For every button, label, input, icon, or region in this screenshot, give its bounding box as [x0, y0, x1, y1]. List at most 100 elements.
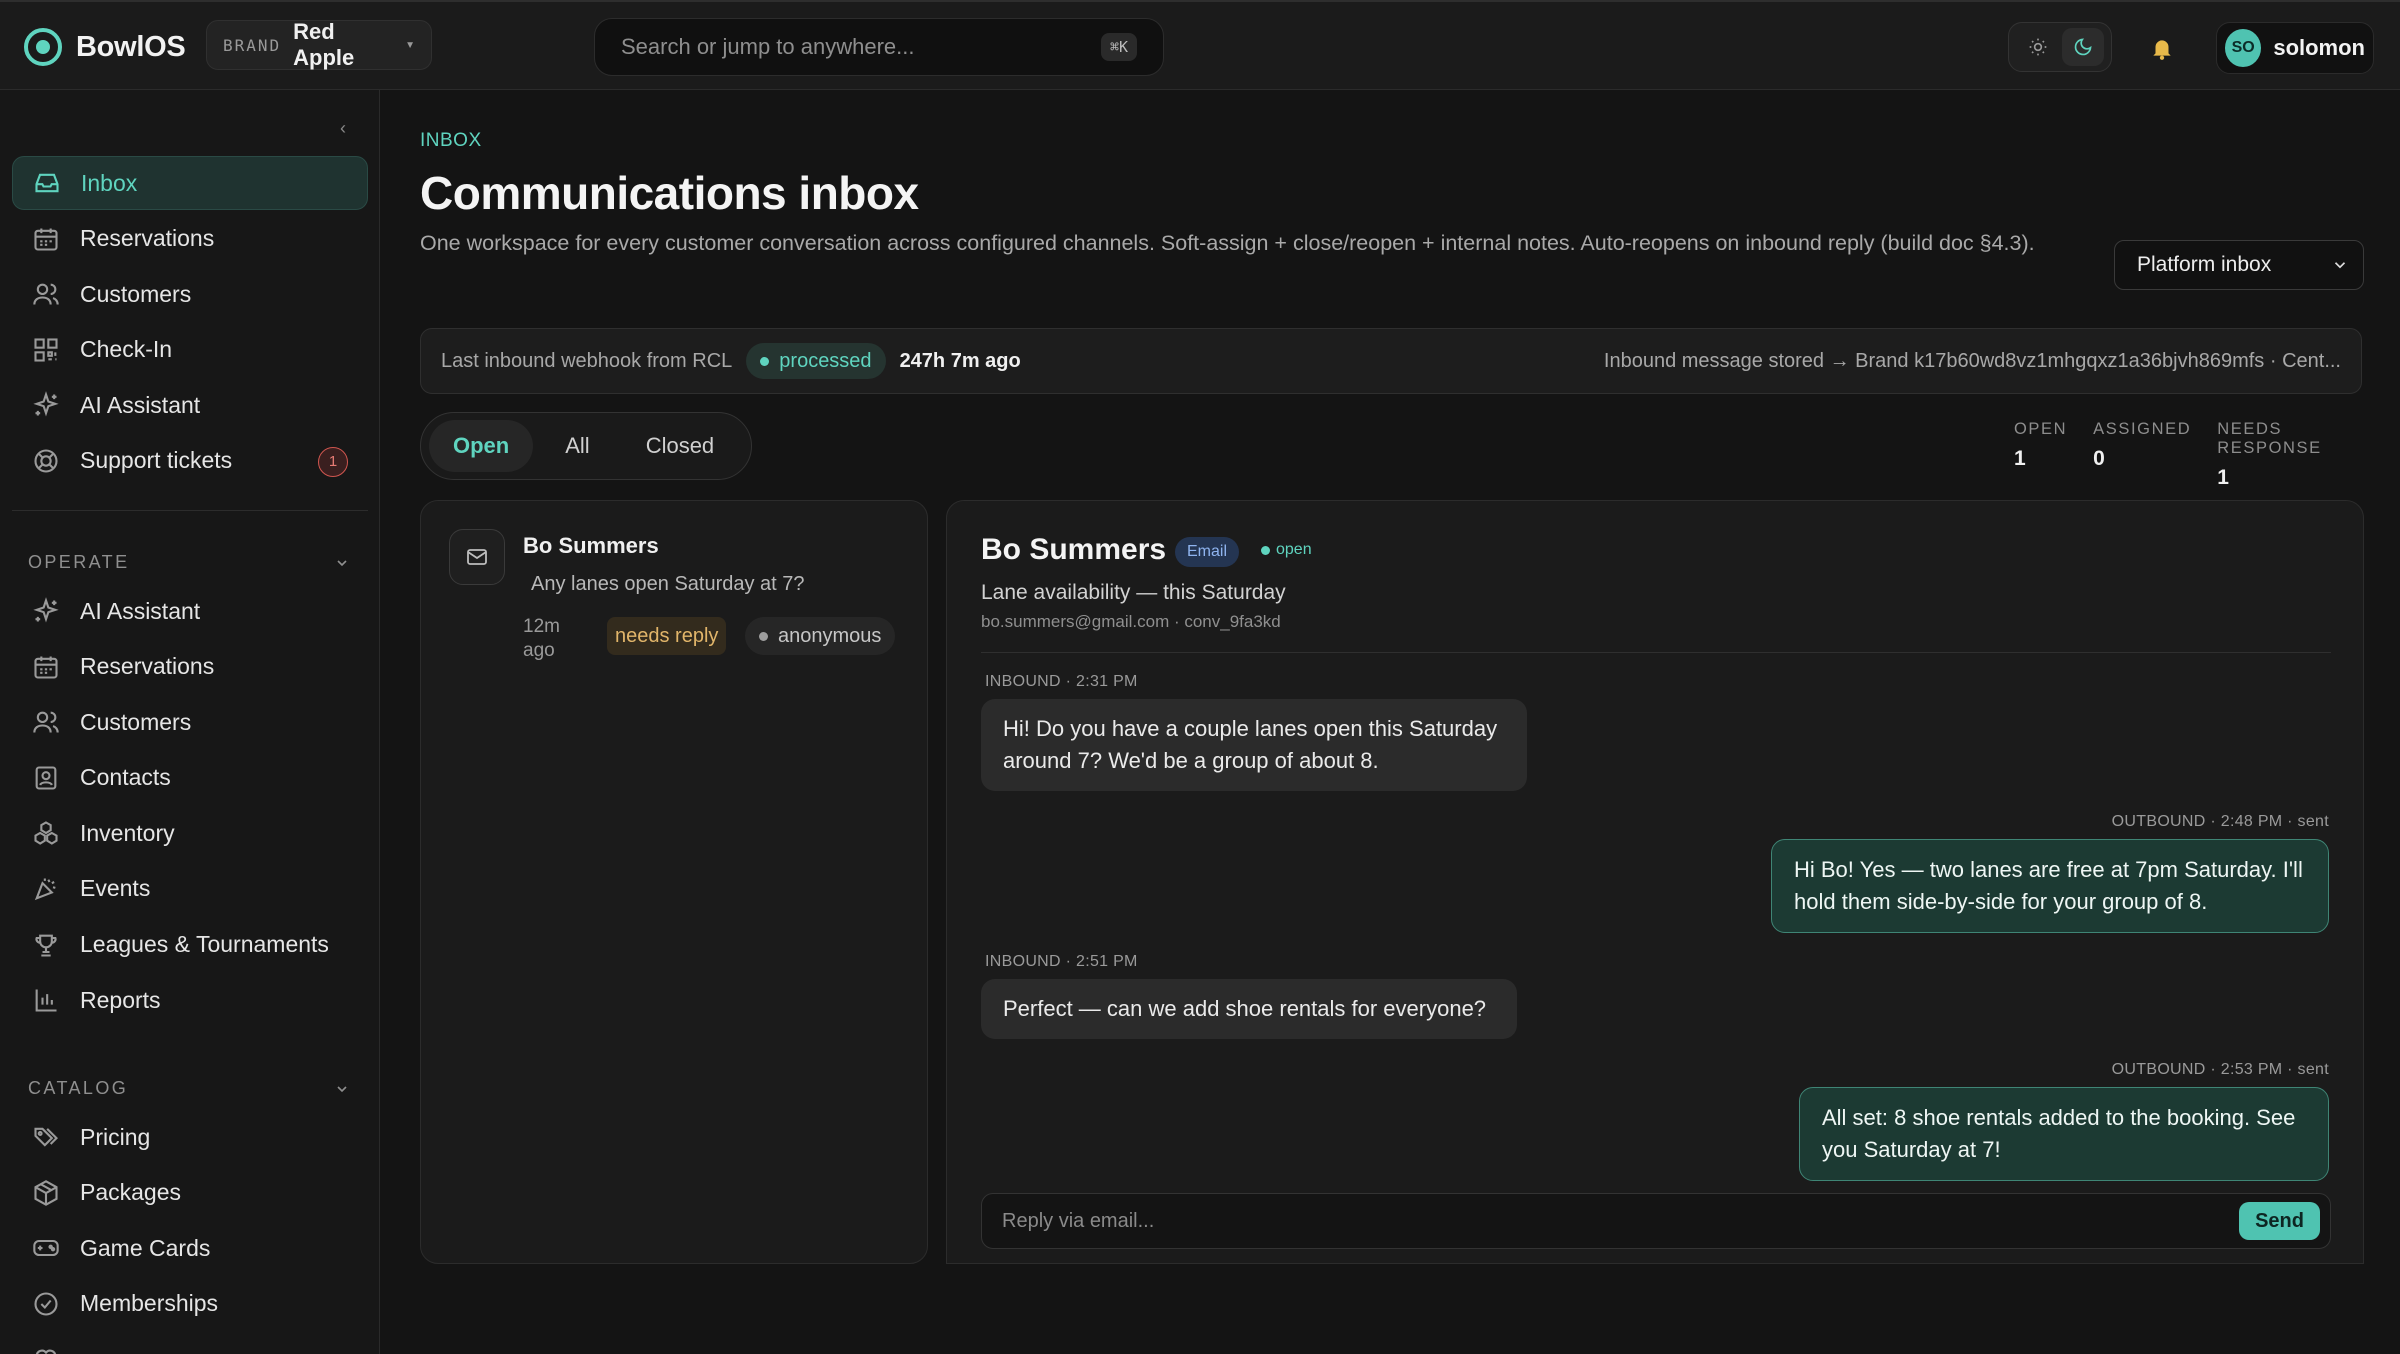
status-dot-icon [1261, 545, 1270, 555]
sidebar: ‹ Inbox Reservations Customers Check-In … [0, 90, 380, 1354]
catalog-section-header[interactable]: CATALOG [28, 1078, 350, 1099]
sidebar-item-pricing[interactable]: Pricing [12, 1110, 368, 1164]
party-popper-icon [34, 878, 56, 901]
sidebar-item-leagues-tournaments[interactable]: Leagues & Tournaments [12, 918, 368, 972]
inbox-select-value: Platform inbox [2137, 253, 2272, 276]
qr-icon [34, 338, 58, 362]
operate-nav: AI Assistant Reservations Customers Cont… [12, 584, 368, 1029]
boxes-icon [34, 821, 58, 846]
search-input[interactable] [621, 34, 1101, 60]
thread-state-label: open [1276, 541, 1312, 558]
outbound-message: Hi Bo! Yes — two lanes are free at 7pm S… [1771, 839, 2329, 933]
sidebar-item-label: Reports [80, 986, 161, 1013]
chevron-down-icon [337, 559, 347, 566]
conversation-thread: Bo Summers Email open Lane availability … [946, 500, 2364, 1264]
thread-meta: bo.summers@gmail.com · conv_9fa3kd [981, 612, 1281, 631]
sidebar-item-customers[interactable]: Customers [12, 695, 368, 749]
sidebar-divider [12, 510, 368, 511]
page-eyebrow: INBOX [420, 130, 482, 151]
sidebar-item-label: Contacts [80, 764, 171, 791]
stat-value: 1 [2217, 466, 2229, 489]
sidebar-item-ai-assistant[interactable]: AI Assistant [12, 378, 368, 432]
sidebar-item-label: Check-In [80, 336, 173, 363]
thread-subject: Lane availability — this Saturday [981, 581, 1286, 604]
dark-theme-button[interactable] [2061, 28, 2104, 66]
catalog-nav: Pricing Packages Game Cards Memberships [12, 1110, 368, 1354]
chevron-down-icon [337, 1085, 347, 1092]
sidebar-item-label: Memberships [80, 1290, 219, 1317]
notifications-button[interactable] [2144, 30, 2180, 66]
moon-icon [2074, 38, 2092, 56]
user-name: solomon [2273, 35, 2365, 60]
reply-composer: Send [981, 1193, 2331, 1249]
sidebar-item-label: AI Assistant [80, 391, 201, 418]
page-description: One workspace for every customer convers… [420, 231, 2035, 255]
sidebar-item-label: AI Assistant [80, 597, 201, 624]
webhook-label: Last inbound webhook from RCL [441, 349, 733, 372]
sidebar-item-label: Packages [80, 1179, 182, 1206]
sidebar-item-reports[interactable]: Reports [12, 973, 368, 1027]
sidebar-item-packages[interactable]: Packages [12, 1166, 368, 1220]
sidebar-item-memberships[interactable]: Memberships [12, 1277, 368, 1331]
logo-icon [24, 28, 62, 66]
inbox-select[interactable]: Platform inbox [2114, 240, 2364, 290]
sidebar-item-contacts[interactable]: Contacts [12, 751, 368, 805]
tab-closed[interactable]: Closed [622, 420, 738, 472]
user-menu[interactable]: SO solomon [2216, 22, 2374, 74]
contact-card-icon [35, 766, 57, 790]
sidebar-item-reservations[interactable]: Reservations [12, 212, 368, 266]
stat-value: 1 [2014, 447, 2026, 470]
conversation-name: Bo Summers [523, 533, 659, 558]
light-theme-button[interactable] [2017, 28, 2059, 66]
sidebar-item-ai-assistant[interactable]: AI Assistant [12, 584, 368, 638]
conversation-filter-tabs: Open All Closed [420, 412, 752, 480]
sidebar-item-support-tickets[interactable]: Support tickets 1 [12, 434, 368, 488]
sun-icon [2029, 38, 2046, 56]
sidebar-item-game-cards[interactable]: Game Cards [12, 1221, 368, 1275]
tab-open[interactable]: Open [429, 420, 534, 472]
sidebar-item-reservations[interactable]: Reservations [12, 640, 368, 694]
theme-toggle[interactable] [2008, 22, 2112, 72]
message-meta: OUTBOUND · 2:53 PM · sent [2111, 1061, 2329, 1078]
sparkle-icon [33, 391, 59, 417]
sidebar-item-label: Events [80, 875, 151, 902]
users-icon [33, 283, 59, 305]
sidebar-item-label: Customers [80, 280, 192, 307]
status-badge: processed [746, 343, 886, 379]
stat-label: OPEN [2014, 420, 2068, 438]
inbound-message: Perfect — can we add shoe rentals for ev… [981, 979, 1517, 1039]
needs-reply-badge: needs reply [607, 617, 727, 655]
send-button[interactable]: Send [2239, 1202, 2320, 1240]
bar-chart-icon [35, 989, 57, 1012]
sidebar-item-events[interactable]: Events [12, 862, 368, 916]
sidebar-item-inbox[interactable]: Inbox [12, 156, 368, 210]
calendar-icon [34, 228, 58, 251]
sidebar-item-inventory[interactable]: Inventory [12, 806, 368, 860]
sidebar-item-check-in[interactable]: Check-In [12, 323, 368, 377]
reply-input[interactable] [1002, 1209, 2240, 1233]
sparkle-icon [33, 597, 59, 623]
conversation-preview: Any lanes open Saturday at 7? [531, 573, 805, 595]
operate-section-header[interactable]: OPERATE [28, 552, 350, 573]
status-dot-icon [760, 356, 770, 366]
sidebar-item-customers[interactable]: Customers [12, 267, 368, 321]
stat-open: OPEN 1 [2014, 420, 2067, 490]
message-meta: INBOUND · 2:51 PM [985, 953, 1138, 970]
webhook-status-bar: Last inbound webhook from RCL processed … [420, 328, 2362, 394]
channel-badge: Email [1175, 537, 1240, 567]
conversation-time: 12m ago [523, 616, 560, 661]
app-logo[interactable]: BowlOS [22, 26, 186, 68]
global-search[interactable]: ⌘K [594, 18, 1164, 76]
lifebuoy-icon [34, 449, 58, 473]
collapse-sidebar-button[interactable]: ‹ [340, 118, 346, 139]
bell-icon [2153, 40, 2171, 60]
sidebar-item-cut-off[interactable] [12, 1332, 368, 1354]
tags-icon [34, 1127, 58, 1147]
tab-all[interactable]: All [541, 420, 613, 472]
brand-switcher[interactable]: BRAND Red Apple ▼ [206, 19, 432, 70]
brand-name: Red Apple [293, 19, 355, 70]
identity-badge: anonymous [745, 617, 896, 655]
primary-nav: Inbox Reservations Customers Check-In AI… [12, 156, 368, 490]
support-tickets-count-badge: 1 [318, 446, 348, 477]
sidebar-item-label: Game Cards [80, 1234, 211, 1261]
